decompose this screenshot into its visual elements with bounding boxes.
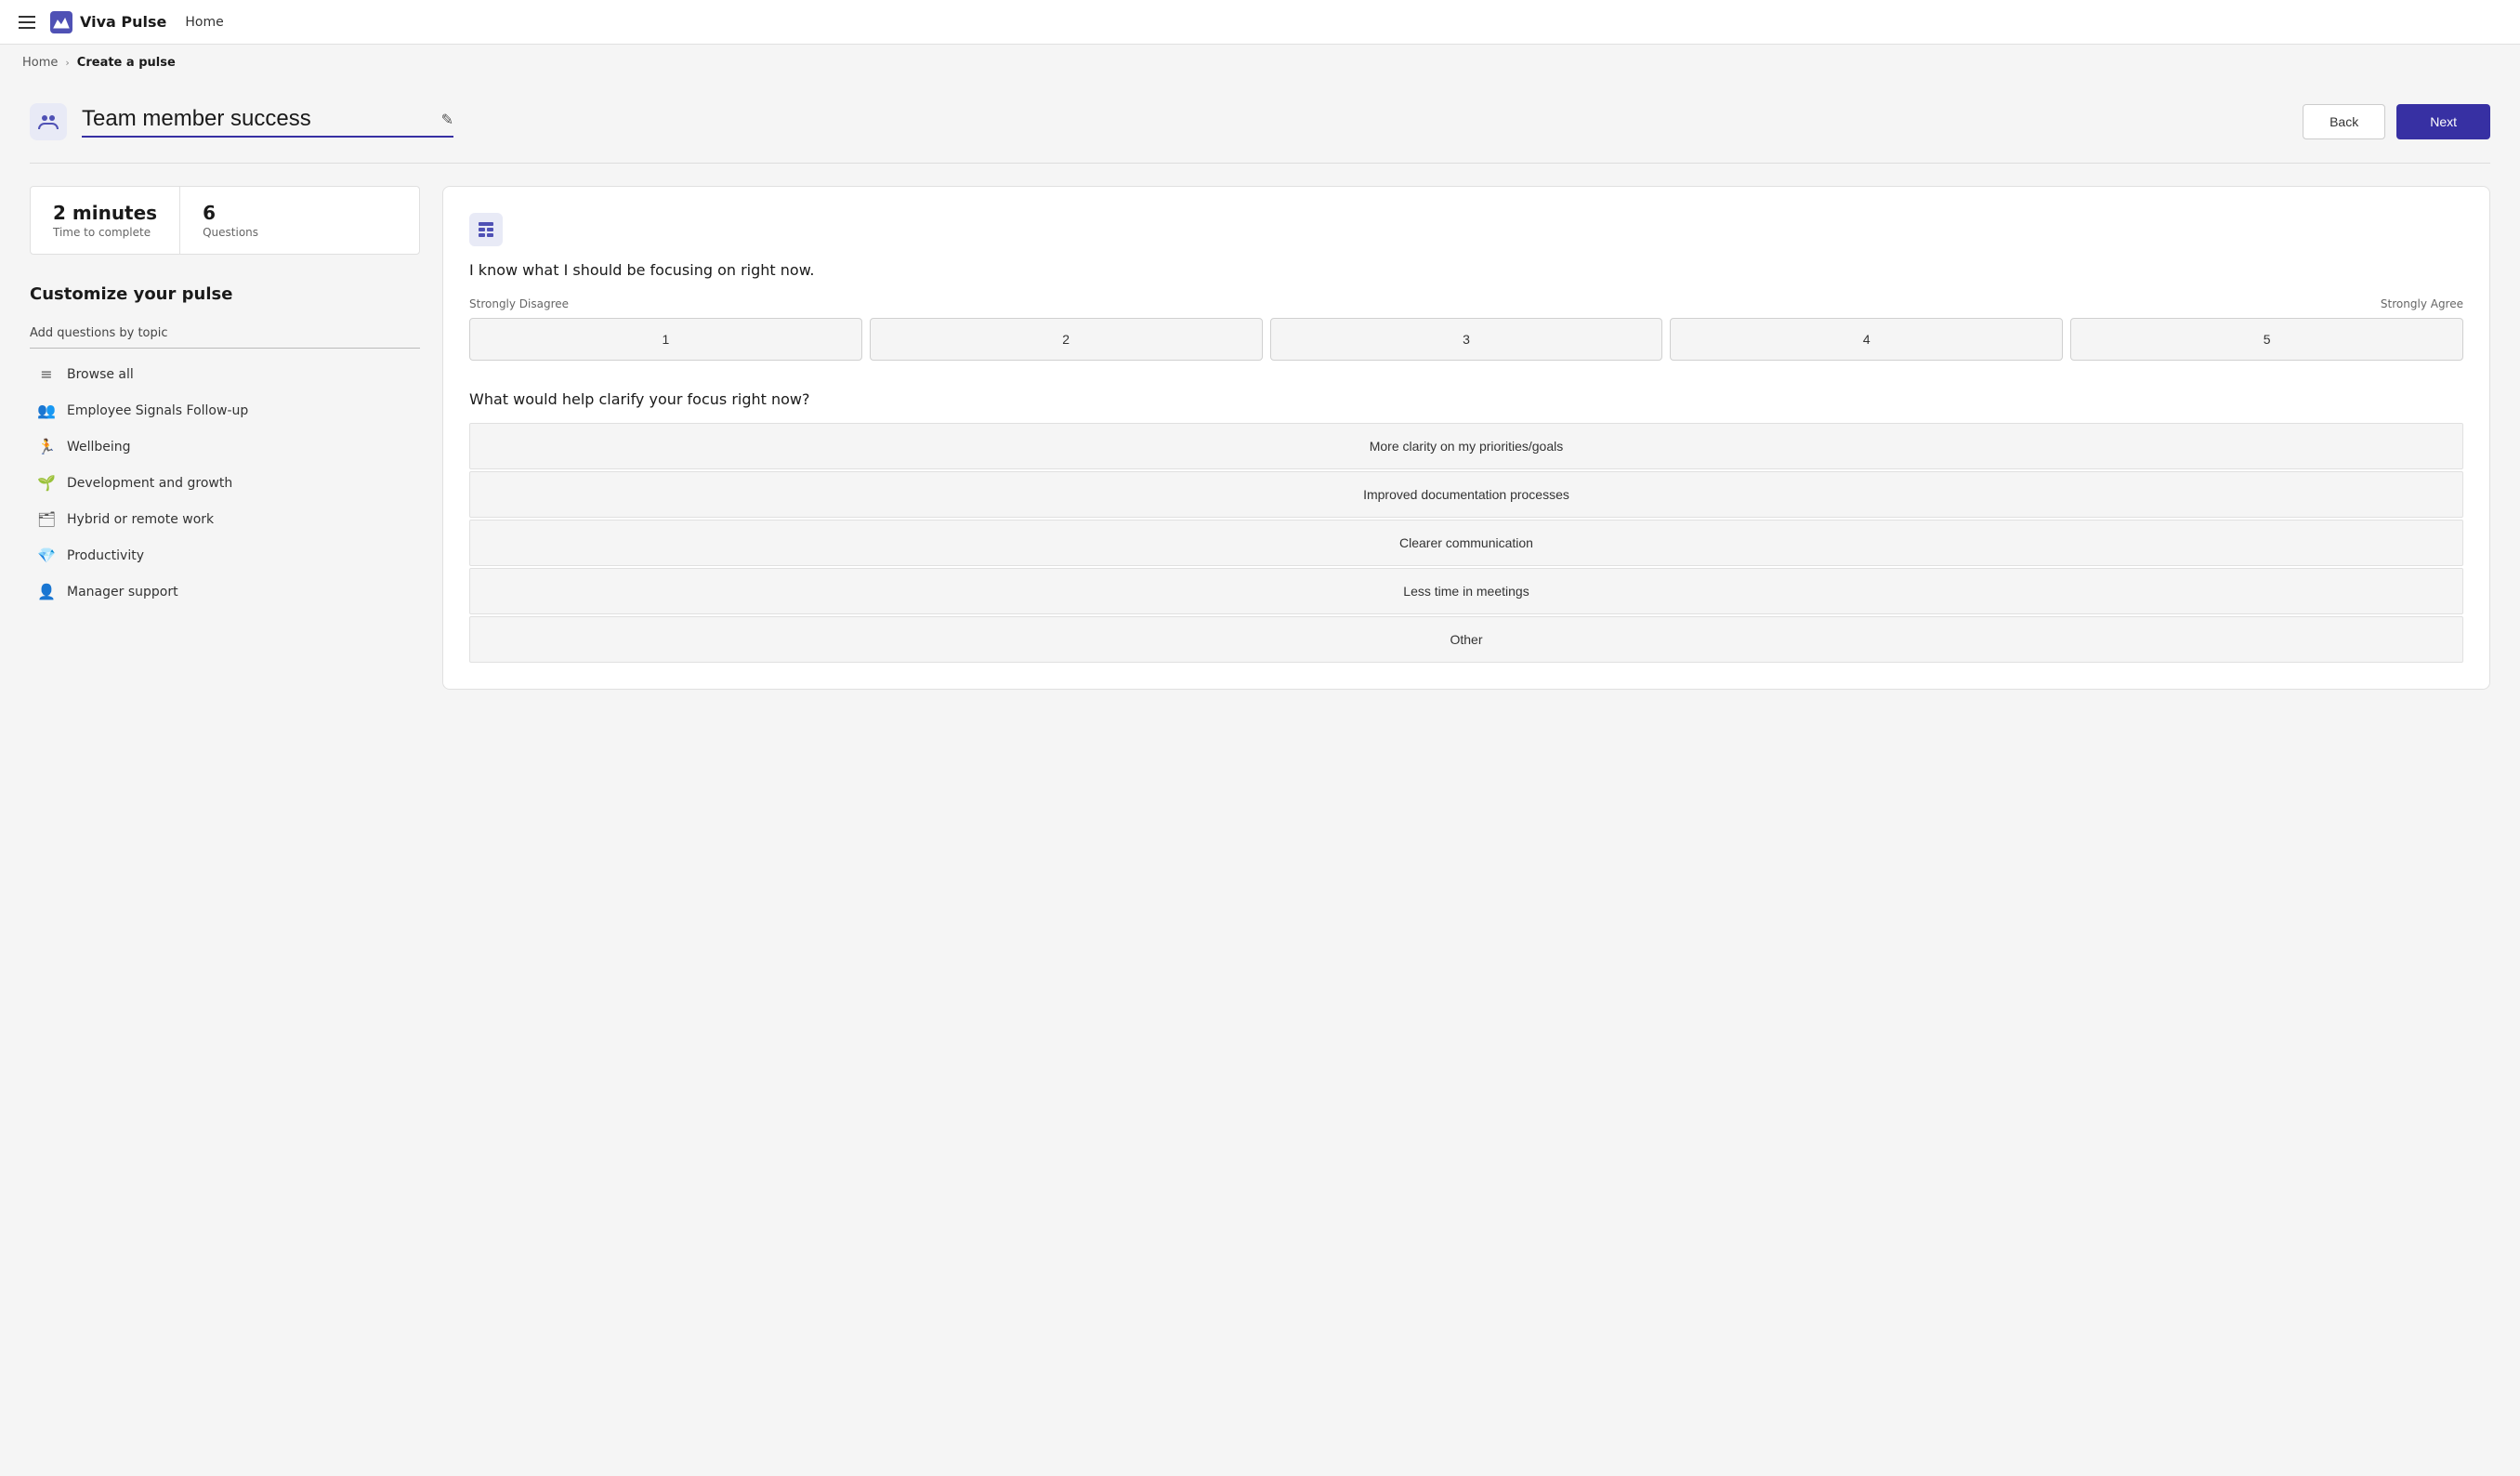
customize-title: Customize your pulse bbox=[30, 284, 420, 304]
scale-options: 12345 bbox=[469, 318, 2463, 361]
stat-time-label: Time to complete bbox=[53, 226, 157, 239]
card-table-icon bbox=[477, 220, 495, 239]
brand-logo bbox=[50, 11, 72, 33]
edit-icon[interactable]: ✎ bbox=[441, 111, 453, 128]
scale-option-5[interactable]: 5 bbox=[2070, 318, 2463, 361]
scale-labels: Strongly Disagree Strongly Agree bbox=[469, 297, 2463, 310]
brand-name: Viva Pulse bbox=[80, 13, 166, 31]
right-panel: I know what I should be focusing on righ… bbox=[442, 186, 2490, 690]
breadcrumb: Home › Create a pulse bbox=[0, 45, 2520, 81]
title-actions: Back Next bbox=[2303, 104, 2490, 139]
topic-item-development[interactable]: 🌱 Development and growth bbox=[30, 465, 420, 501]
header-divider bbox=[30, 163, 2490, 164]
breadcrumb-current: Create a pulse bbox=[77, 56, 176, 70]
choice-option-1[interactable]: Improved documentation processes bbox=[469, 471, 2463, 518]
choice-option-4[interactable]: Other bbox=[469, 616, 2463, 663]
topic-label-development: Development and growth bbox=[67, 476, 232, 491]
topic-item-hybrid-remote[interactable]: 🗂 Hybrid or remote work bbox=[30, 501, 420, 537]
topic-icon-manager-support: 👤 bbox=[37, 583, 56, 600]
scale-option-2[interactable]: 2 bbox=[870, 318, 1263, 361]
title-row: ✎ Back Next bbox=[30, 103, 2490, 140]
stats-row: 2 minutes Time to complete 6 Questions bbox=[30, 186, 420, 255]
topic-list: ≡ Browse all 👥 Employee Signals Follow-up 🏃 W… bbox=[30, 356, 420, 610]
top-navigation: Viva Pulse Home bbox=[0, 0, 2520, 45]
title-left: ✎ bbox=[30, 103, 453, 140]
choice-options: More clarity on my priorities/goalsImpro… bbox=[469, 423, 2463, 663]
choice-option-2[interactable]: Clearer communication bbox=[469, 520, 2463, 566]
choice-option-3[interactable]: Less time in meetings bbox=[469, 568, 2463, 614]
nav-home-link[interactable]: Home bbox=[185, 15, 223, 30]
next-button[interactable]: Next bbox=[2396, 104, 2490, 139]
add-questions-label: Add questions by topic bbox=[30, 326, 420, 340]
topic-label-hybrid-remote: Hybrid or remote work bbox=[67, 512, 214, 527]
breadcrumb-separator: › bbox=[65, 57, 69, 69]
topic-item-productivity[interactable]: 💎 Productivity bbox=[30, 537, 420, 573]
breadcrumb-home[interactable]: Home bbox=[22, 56, 58, 70]
topic-label-browse-all: Browse all bbox=[67, 367, 134, 382]
topic-label-employee-signals: Employee Signals Follow-up bbox=[67, 403, 248, 418]
stat-time-value: 2 minutes bbox=[53, 202, 157, 224]
title-input-wrapper: ✎ bbox=[82, 106, 453, 138]
scale-option-4[interactable]: 4 bbox=[1670, 318, 2063, 361]
stat-questions-value: 6 bbox=[203, 202, 258, 224]
topic-item-browse-all[interactable]: ≡ Browse all bbox=[30, 356, 420, 392]
menu-icon[interactable] bbox=[15, 12, 39, 33]
pulse-icon bbox=[30, 103, 67, 140]
topic-icon-productivity: 💎 bbox=[37, 547, 56, 564]
topic-icon-employee-signals: 👥 bbox=[37, 402, 56, 419]
scale-option-3[interactable]: 3 bbox=[1270, 318, 1663, 361]
stat-time: 2 minutes Time to complete bbox=[31, 187, 180, 254]
topic-label-productivity: Productivity bbox=[67, 548, 144, 563]
question2-text: What would help clarify your focus right… bbox=[469, 390, 2463, 408]
question1-text: I know what I should be focusing on righ… bbox=[469, 261, 2463, 279]
topic-item-employee-signals[interactable]: 👥 Employee Signals Follow-up bbox=[30, 392, 420, 428]
topic-icon-development: 🌱 bbox=[37, 474, 56, 492]
topic-icon-hybrid-remote: 🗂 bbox=[37, 510, 56, 528]
scale-low-label: Strongly Disagree bbox=[469, 297, 569, 310]
topic-icon-browse-all: ≡ bbox=[37, 365, 56, 383]
topic-icon-wellbeing: 🏃 bbox=[37, 438, 56, 455]
team-icon bbox=[37, 111, 59, 133]
scale-option-1[interactable]: 1 bbox=[469, 318, 862, 361]
topic-item-manager-support[interactable]: 👤 Manager support bbox=[30, 573, 420, 610]
questions-divider bbox=[30, 348, 420, 349]
main-content: ✎ Back Next 2 minutes Time to complete 6… bbox=[0, 81, 2520, 712]
scale-high-label: Strongly Agree bbox=[2381, 297, 2463, 310]
choice-option-0[interactable]: More clarity on my priorities/goals bbox=[469, 423, 2463, 469]
back-button[interactable]: Back bbox=[2303, 104, 2385, 139]
left-panel: 2 minutes Time to complete 6 Questions C… bbox=[30, 186, 420, 690]
brand: Viva Pulse bbox=[50, 11, 166, 33]
stat-questions: 6 Questions bbox=[180, 187, 281, 254]
topic-item-wellbeing[interactable]: 🏃 Wellbeing bbox=[30, 428, 420, 465]
pulse-title-input[interactable] bbox=[82, 106, 434, 132]
topic-label-wellbeing: Wellbeing bbox=[67, 440, 131, 455]
body-layout: 2 minutes Time to complete 6 Questions C… bbox=[30, 186, 2490, 690]
question-card-icon bbox=[469, 213, 503, 246]
topic-label-manager-support: Manager support bbox=[67, 585, 178, 600]
stat-questions-label: Questions bbox=[203, 226, 258, 239]
